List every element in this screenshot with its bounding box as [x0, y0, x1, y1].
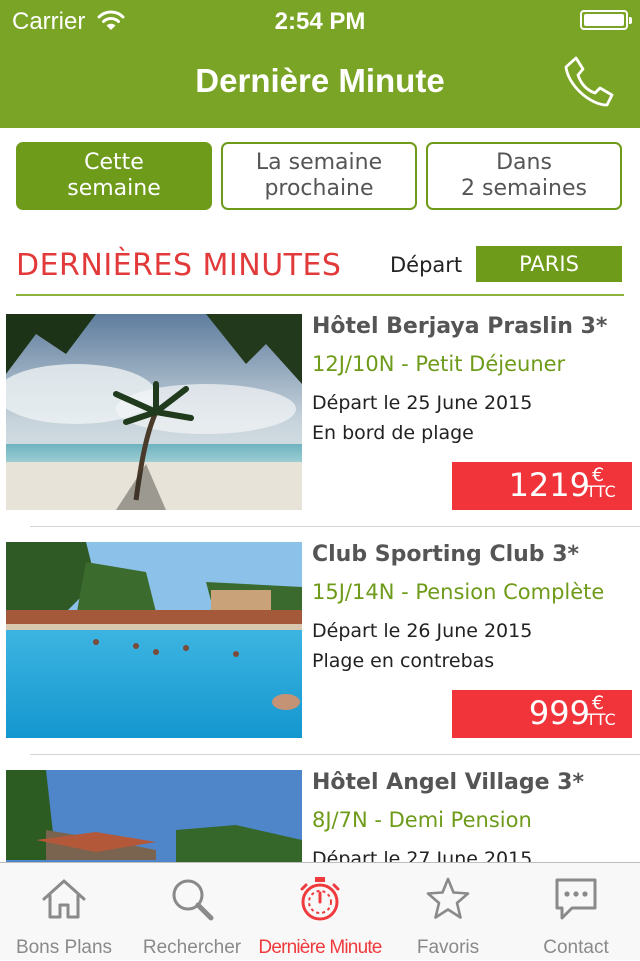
tab-next-week[interactable]: La semaine prochaine — [221, 142, 417, 210]
section-divider — [16, 294, 624, 296]
board-info: 15J/14N - Pension Complète — [312, 580, 605, 604]
tab-label-line1: Cette — [84, 150, 144, 175]
departure-date: Départ le 25 June 2015 — [312, 392, 533, 414]
status-time: 2:54 PM — [274, 8, 366, 35]
phone-button[interactable] — [560, 54, 616, 110]
departure-date: Départ le 27 June 2015 — [312, 848, 533, 862]
tab-derniere-minute[interactable]: Dernière Minute — [256, 863, 384, 961]
tab-bar: Bons Plans Rechercher Dernière Minute Fa… — [0, 862, 640, 960]
nav-header: Carrier 2:54 PM Dernière Minute — [0, 0, 640, 128]
tab-label: Contact — [543, 937, 609, 958]
price-amount: 999 — [528, 694, 590, 732]
location-info: En bord de plage — [312, 422, 474, 444]
tab-this-week[interactable]: Cette semaine — [16, 142, 212, 210]
tab-bons-plans[interactable]: Bons Plans — [0, 863, 128, 961]
tax-label: TTC — [586, 710, 616, 729]
departure-label: Départ — [390, 253, 463, 277]
status-bar: Carrier 2:54 PM — [0, 0, 640, 40]
departure-city-button[interactable]: PARIS — [476, 246, 622, 282]
page-title: Dernière Minute — [195, 62, 445, 99]
tab-label-line2: prochaine — [264, 176, 374, 201]
row-divider — [30, 754, 640, 755]
tab-label: Dernière Minute — [258, 937, 382, 958]
offer-list-item[interactable]: Hôtel Berjaya Praslin 3* 12J/10N - Petit… — [0, 314, 640, 542]
tab-label: Favoris — [416, 937, 480, 958]
chat-bubble-icon — [555, 878, 597, 920]
tab-favoris[interactable]: Favoris — [384, 863, 512, 961]
resort-photo — [6, 770, 302, 862]
row-divider — [30, 526, 640, 527]
hotel-name: Club Sporting Club 3* — [312, 542, 580, 567]
magnifier-icon — [172, 879, 214, 921]
board-info: 8J/7N - Demi Pension — [312, 808, 532, 832]
tab-label-line1: La semaine — [255, 150, 383, 175]
tab-rechercher[interactable]: Rechercher — [128, 863, 256, 961]
price-amount: 1219 — [508, 466, 590, 504]
tax-label: TTC — [586, 482, 616, 501]
board-info: 12J/10N - Petit Déjeuner — [312, 352, 566, 376]
phone-icon — [564, 56, 614, 107]
beach-photo — [6, 314, 302, 510]
hotel-name: Hôtel Angel Village 3* — [312, 770, 584, 795]
stopwatch-icon — [300, 877, 340, 921]
battery-icon — [580, 10, 632, 30]
tab-label: Rechercher — [142, 937, 242, 958]
house-icon — [42, 879, 86, 919]
departure-date: Départ le 26 June 2015 — [312, 620, 533, 642]
section-title: DERNIÈRES MINUTES — [16, 248, 342, 283]
tab-label-line2: semaine — [67, 176, 161, 201]
tab-label-line1: Dans — [496, 150, 552, 175]
hotel-name: Hôtel Berjaya Praslin 3* — [312, 314, 608, 339]
offer-list-item[interactable]: Hôtel Angel Village 3* 8J/7N - Demi Pens… — [0, 770, 640, 862]
tab-label: Bons Plans — [15, 937, 113, 958]
tab-label-line2: 2 semaines — [461, 176, 587, 201]
price-tag[interactable]: 1219 € TTC — [452, 462, 632, 510]
location-info: Plage en contrebas — [312, 650, 495, 672]
tab-in-two-weeks[interactable]: Dans 2 semaines — [426, 142, 622, 210]
pool-photo — [6, 542, 302, 738]
price-tag[interactable]: 999 € TTC — [452, 690, 632, 738]
tab-contact[interactable]: Contact — [512, 863, 640, 961]
star-icon — [426, 877, 470, 919]
offer-list-item[interactable]: Club Sporting Club 3* 15J/14N - Pension … — [0, 542, 640, 770]
